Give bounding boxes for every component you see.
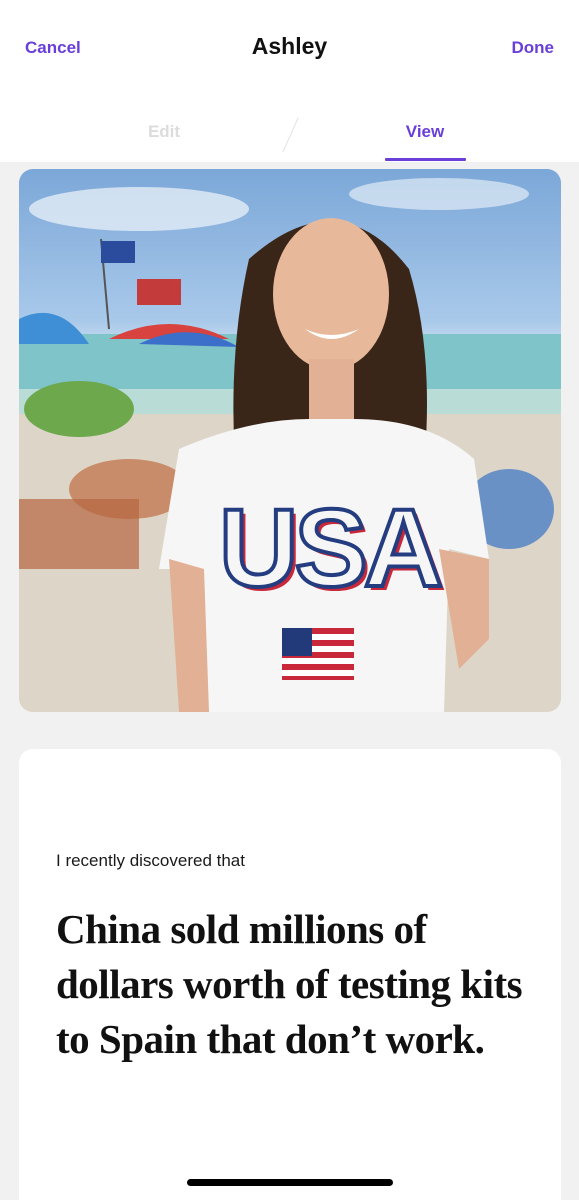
tab-view[interactable]: View (365, 122, 485, 142)
top-bar: Cancel Ashley Done Edit View (0, 0, 579, 162)
edit-view-tabs: Edit View (0, 108, 579, 162)
home-indicator (187, 1179, 393, 1186)
active-tab-indicator (385, 158, 466, 161)
prompt-statement: China sold millions of dollars worth of … (56, 906, 523, 1062)
profile-photo: USA (19, 169, 561, 712)
prompt-intro: I recently discovered that (56, 851, 245, 870)
done-button[interactable]: Done (512, 38, 555, 58)
page-title: Ashley (251, 33, 328, 59)
tab-divider (282, 117, 299, 153)
prompt-card: I recently discovered that China sold mi… (19, 749, 561, 1200)
flag-graphic (282, 628, 354, 680)
tab-edit[interactable]: Edit (104, 122, 224, 142)
shirt-text: USA (217, 487, 445, 611)
